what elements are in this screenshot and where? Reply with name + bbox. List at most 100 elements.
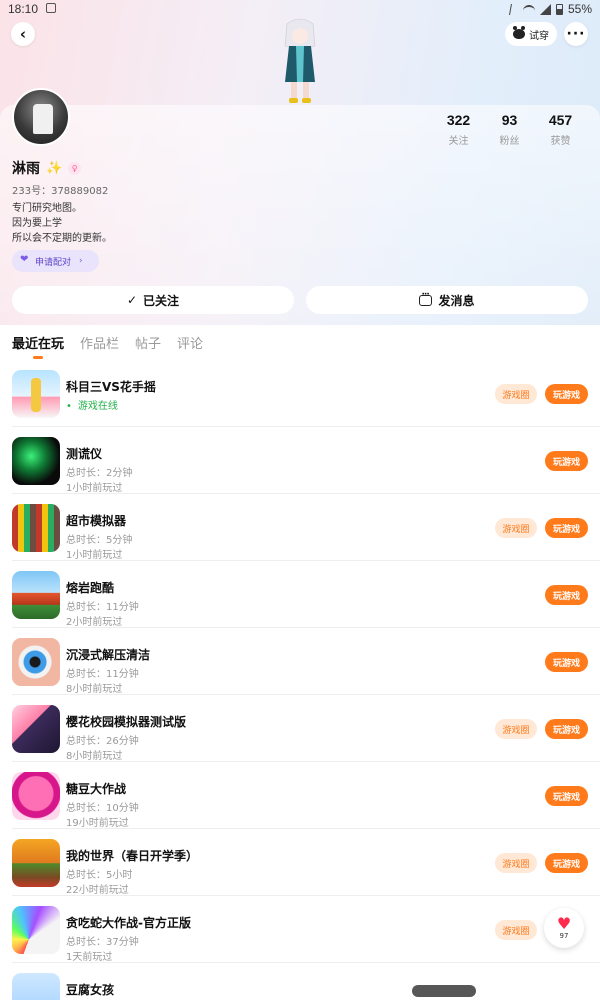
send-message-button[interactable]: 发消息 <box>306 286 588 314</box>
total-playtime: 总时长：11分钟 <box>66 669 139 680</box>
home-indicator[interactable] <box>412 985 476 997</box>
game-thumbnail <box>12 370 60 418</box>
game-row[interactable]: 豆腐女孩 <box>12 963 600 1000</box>
stat-number: 322 <box>446 112 471 128</box>
user-avatar[interactable] <box>12 88 70 146</box>
game-row[interactable]: 测谎仪 总时长：2分钟 1小时前玩过 玩游戏 <box>12 427 600 494</box>
stat-likes[interactable]: 457 获赞 <box>535 112 586 147</box>
play-game-button[interactable]: 玩游戏 <box>545 786 588 806</box>
game-title: 测谎仪 <box>66 447 103 461</box>
play-game-button[interactable]: 玩游戏 <box>545 853 588 873</box>
game-thumbnail <box>12 839 60 887</box>
total-playtime: 总时长：5小时 <box>66 870 133 881</box>
check-icon: ✓ <box>126 293 138 307</box>
signal-icon <box>539 3 551 15</box>
play-game-button[interactable]: 玩游戏 <box>545 451 588 471</box>
last-played: 8小时前玩过 <box>66 751 123 762</box>
game-title: 樱花校园模拟器测试版 <box>66 715 187 729</box>
bio-line: 专门研究地图。 <box>12 203 82 214</box>
apply-pair-button[interactable]: 申请配对 › <box>12 250 99 272</box>
floating-like-button[interactable]: ♥ 97 <box>544 908 584 948</box>
game-row[interactable]: 熔岩跑酷 总时长：11分钟 2小时前玩过 玩游戏 <box>12 561 600 628</box>
game-circle-button[interactable]: 游戏圈 <box>495 719 537 739</box>
bear-icon <box>513 26 525 39</box>
stat-label: 获赞 <box>550 136 571 147</box>
try-on-button[interactable]: 试穿 <box>505 22 557 46</box>
game-title: 超市模拟器 <box>66 514 127 528</box>
game-title: 我的世界（春日开学季） <box>66 849 199 863</box>
gender-badge-icon: ♀ <box>68 161 82 175</box>
name-row: 淋雨 ✨ ♀ <box>12 158 82 178</box>
game-title: 科目三VS花手摇 <box>66 380 156 394</box>
stat-label: 粉丝 <box>499 136 520 147</box>
tab-recently-played[interactable]: 最近在玩 <box>12 333 64 359</box>
game-circle-button[interactable]: 游戏圈 <box>495 384 537 404</box>
game-thumbnail <box>12 772 60 820</box>
profile-stats: 322 关注 93 粉丝 457 获赞 <box>433 112 586 147</box>
game-row[interactable]: 糖豆大作战 总时长：10分钟 19小时前玩过 玩游戏 <box>12 762 600 829</box>
avatar-figure <box>33 104 53 134</box>
stat-following[interactable]: 322 关注 <box>433 112 484 147</box>
sparkle-icon: ✨ <box>46 160 63 176</box>
game-row[interactable]: 科目三VS花手摇 游戏在线 游戏圈 玩游戏 <box>12 360 600 427</box>
game-circle-button[interactable]: 游戏圈 <box>495 853 537 873</box>
like-count: 97 <box>559 932 569 940</box>
more-dots-icon: ··· <box>566 26 586 42</box>
user-name: 淋雨 <box>12 161 40 177</box>
message-label: 发消息 <box>438 293 475 308</box>
avatar-character[interactable] <box>275 16 325 106</box>
stat-number: 457 <box>548 112 573 128</box>
play-game-button[interactable]: 玩游戏 <box>545 384 588 404</box>
game-title: 糖豆大作战 <box>66 782 127 796</box>
game-list: 科目三VS花手摇 游戏在线 游戏圈 玩游戏 测谎仪 总时长：2分钟 1小时前玩过… <box>0 360 600 1000</box>
game-title: 豆腐女孩 <box>66 983 115 997</box>
stat-fans[interactable]: 93 粉丝 <box>484 112 535 147</box>
total-playtime: 总时长：26分钟 <box>66 736 139 747</box>
notification-icon <box>46 3 56 13</box>
game-row[interactable]: 樱花校园模拟器测试版 总时长：26分钟 8小时前玩过 游戏圈 玩游戏 <box>12 695 600 762</box>
stat-number: 93 <box>501 112 518 128</box>
user-id: 233号：378889082 <box>12 186 109 197</box>
game-row[interactable]: 沉浸式解压清洁 总时长：11分钟 8小时前玩过 玩游戏 <box>12 628 600 695</box>
game-title: 熔岩跑酷 <box>66 581 115 595</box>
wifi-icon <box>522 4 535 14</box>
heart-icon: ♥ <box>556 914 572 933</box>
tab-comments[interactable]: 评论 <box>177 333 203 352</box>
last-played: 8小时前玩过 <box>66 684 123 695</box>
game-thumbnail <box>12 571 60 619</box>
game-thumbnail <box>12 638 60 686</box>
game-row[interactable]: 贪吃蛇大作战-官方正版 总时长：37分钟 1天前玩过 游戏圈 <box>12 896 600 963</box>
following-button[interactable]: ✓ 已关注 <box>12 286 294 314</box>
game-circle-button[interactable]: 游戏圈 <box>495 920 537 940</box>
play-game-button[interactable]: 玩游戏 <box>545 518 588 538</box>
play-game-button[interactable]: 玩游戏 <box>545 585 588 605</box>
total-playtime: 总时长：11分钟 <box>66 602 139 613</box>
tab-posts[interactable]: 帖子 <box>135 333 161 352</box>
game-thumbnail <box>12 906 60 954</box>
profile-tabs: 最近在玩 作品栏 帖子 评论 <box>12 333 203 359</box>
total-playtime: 总时长：37分钟 <box>66 937 139 948</box>
back-button[interactable]: ‹ <box>11 22 35 46</box>
stat-label: 关注 <box>448 136 469 147</box>
play-game-button[interactable]: 玩游戏 <box>545 719 588 739</box>
game-thumbnail <box>12 437 60 485</box>
game-circle-button[interactable]: 游戏圈 <box>495 518 537 538</box>
status-time: 18:10 <box>8 2 39 16</box>
battery-icon <box>555 3 563 15</box>
more-button[interactable]: ··· <box>564 22 588 46</box>
game-row[interactable]: 超市模拟器 总时长：5分钟 1小时前玩过 游戏圈 玩游戏 <box>12 494 600 561</box>
game-row[interactable]: 我的世界（春日开学季） 总时长：5小时 22小时前玩过 游戏圈 玩游戏 <box>12 829 600 896</box>
following-label: 已关注 <box>143 293 180 308</box>
tab-works[interactable]: 作品栏 <box>80 333 119 352</box>
play-game-button[interactable]: 玩游戏 <box>545 652 588 672</box>
total-playtime: 总时长：10分钟 <box>66 803 139 814</box>
bio-line: 所以会不定期的更新。 <box>12 233 112 244</box>
total-playtime: 总时长：5分钟 <box>66 535 133 546</box>
last-played: 1小时前玩过 <box>66 550 123 561</box>
last-played: 22小时前玩过 <box>66 885 129 896</box>
game-thumbnail <box>12 973 60 1000</box>
pair-label: 申请配对 <box>35 257 72 268</box>
total-playtime: 总时长：2分钟 <box>66 468 133 479</box>
back-arrow-icon: ‹ <box>19 25 27 43</box>
game-title: 贪吃蛇大作战-官方正版 <box>66 916 191 930</box>
